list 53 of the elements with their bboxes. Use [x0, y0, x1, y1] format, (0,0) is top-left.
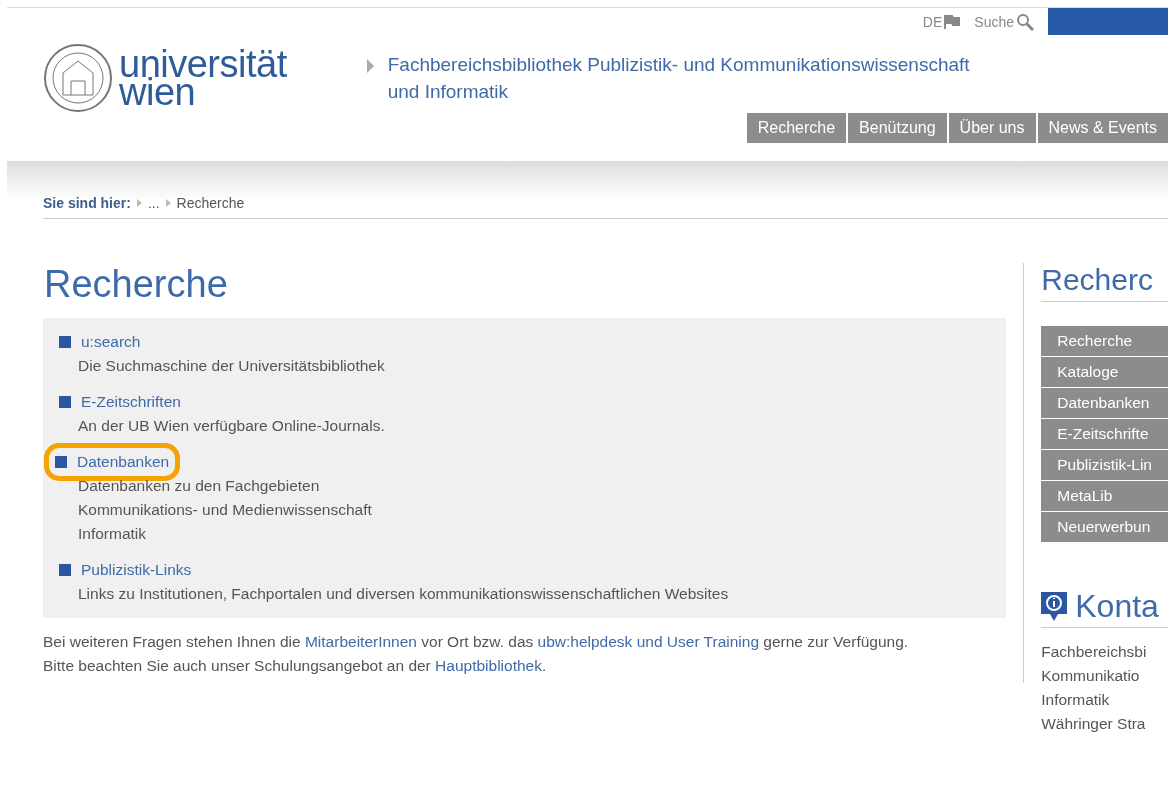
text-link[interactable]: Hauptbibliothek	[435, 657, 542, 674]
sidebar-menu-item[interactable]: Recherche	[1041, 326, 1168, 356]
resource-description: Die Suchmaschine der Universitätsbibliothek	[78, 356, 386, 376]
caret-icon	[366, 59, 374, 73]
contact-address-line: Währinger Stra	[1041, 714, 1147, 734]
sidebar-menu-item[interactable]: Neuerwerbun	[1041, 512, 1168, 542]
contact-title: Konta	[1075, 588, 1159, 625]
nav-tab[interactable]: Recherche	[746, 113, 847, 143]
text-link[interactable]: MitarbeiterInnen	[304, 633, 417, 650]
resource-link[interactable]: E-Zeitschriften	[81, 390, 181, 414]
caret-icon	[136, 199, 142, 207]
page-title: Recherche	[44, 263, 229, 306]
site-subtitle: und Informatik	[387, 80, 510, 104]
site-subtitle: Fachbereichsbibliothek Publizistik- und Kommunikationswissenschaft	[387, 53, 970, 77]
sidebar-menu-item[interactable]: E-Zeitschrifte	[1041, 419, 1168, 449]
resource-description: Informatik	[78, 524, 148, 544]
nav-tab[interactable]: News & Events	[1037, 113, 1168, 143]
resource-link[interactable]: Datenbanken	[77, 450, 170, 474]
resource-description: Datenbanken zu den Fachgebieten	[78, 476, 321, 496]
sidebar-title: Recherc	[1041, 263, 1168, 302]
resource-link[interactable]: u:search	[81, 330, 141, 354]
info-sentence: Bitte beachten Sie auch unser Schulungsangebot an der Hauptbibliothek.	[43, 656, 548, 676]
logo-text: universität	[119, 50, 287, 78]
resource-description: An der UB Wien verfügbare Online-Journals.	[78, 416, 386, 436]
contact-address-line: Informatik	[1041, 690, 1111, 710]
square-bullet-icon	[59, 336, 71, 348]
language-link[interactable]: DE	[922, 13, 943, 30]
breadcrumb-item[interactable]: ...	[147, 195, 160, 211]
resource-description: Kommunikations- und Medienwissenschaft	[78, 500, 373, 520]
sidebar-menu-item[interactable]: Kataloge	[1041, 357, 1168, 387]
resource-link[interactable]: Publizistik-Links	[81, 558, 192, 582]
search-link[interactable]: Suche	[974, 13, 1014, 30]
nav-tab[interactable]: Benützung	[848, 113, 947, 143]
square-bullet-icon	[59, 396, 71, 408]
breadcrumb-label: Sie sind hier:	[43, 195, 131, 211]
resource-description: Links zu Institutionen, Fachportalen und diversen kommunikationswissenschaftlichen Websites	[78, 584, 730, 604]
nav-tab[interactable]: Über uns	[948, 113, 1036, 143]
square-bullet-icon	[59, 564, 71, 576]
text-link[interactable]: ubw:helpdesk und User Training	[537, 633, 759, 650]
caret-icon	[165, 199, 171, 207]
logo-text: wien	[119, 78, 196, 106]
info-icon	[1041, 591, 1068, 622]
search-icon	[1016, 12, 1034, 31]
sidebar-menu-item[interactable]: Datenbanken	[1041, 388, 1168, 418]
seal-icon	[43, 43, 113, 113]
sidebar-menu-item[interactable]: Publizistik-Lin	[1041, 450, 1168, 480]
contact-address-line: Kommunikatio	[1041, 666, 1141, 686]
contact-address-line: Fachbereichsbi	[1041, 642, 1148, 662]
breadcrumb-item[interactable]: Recherche	[176, 195, 245, 211]
info-sentence: Bei weiteren Fragen stehen Ihnen die MitarbeiterInnen vor Ort bzw. das ubw:helpdesk und User Training gerne zur Verfügung.	[43, 632, 910, 652]
square-bullet-icon	[55, 456, 67, 468]
sidebar-menu-item[interactable]: MetaLib	[1041, 481, 1168, 511]
flag-icon	[944, 14, 961, 29]
